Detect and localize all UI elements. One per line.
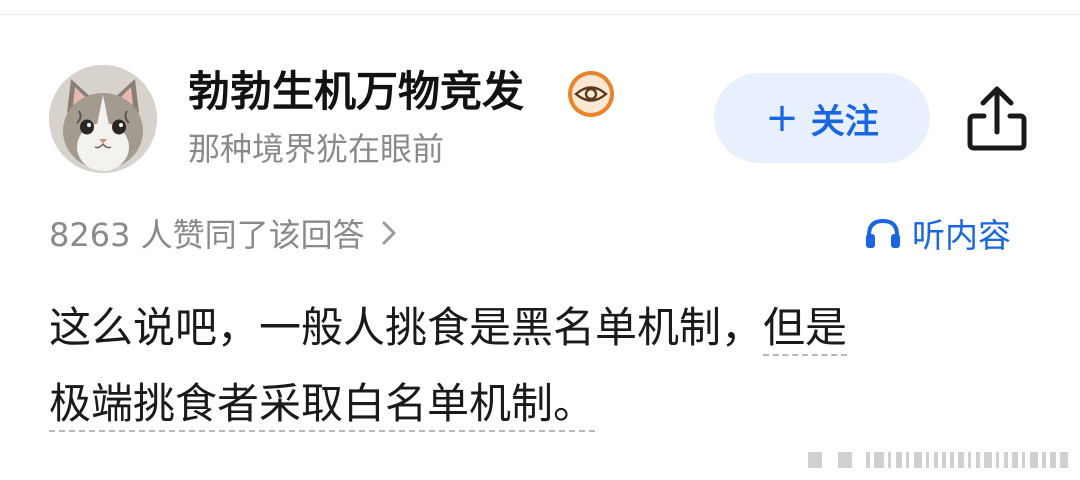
author-avatar[interactable] <box>49 65 157 173</box>
author-bio: 那种境界犹在眼前 <box>188 130 445 168</box>
likes-row[interactable]: 8263 人赞同了该回答 <box>49 210 397 256</box>
listen-button[interactable]: 听内容 <box>864 210 1011 256</box>
answer-body: 这么说吧，一般人挑食是黑名单机制，但是极端挑食者采取白名单机制。 <box>49 290 1039 442</box>
top-divider <box>0 14 1080 15</box>
answer-text-part1: 这么说吧，一般人挑食是黑名单机制， <box>49 303 764 352</box>
answer-text-part3: 极端挑食者采取白名单机制。 <box>49 379 596 432</box>
listen-label: 听内容 <box>912 216 1011 255</box>
share-icon <box>967 86 1027 151</box>
headphones-icon <box>866 218 900 248</box>
share-button[interactable] <box>964 84 1030 154</box>
cat-avatar-icon <box>49 65 157 173</box>
watermark-barcode <box>808 452 1068 468</box>
answer-text-part2: 但是 <box>763 303 848 356</box>
likes-count-text: 8263 人赞同了该回答 <box>49 216 365 254</box>
plus-icon: + <box>765 95 799 141</box>
follow-button[interactable]: + 关注 <box>714 73 930 163</box>
follow-label: 关注 <box>810 101 879 142</box>
eye-badge-icon <box>566 69 616 119</box>
author-name[interactable]: 勃勃生机万物竞发 <box>188 66 524 118</box>
chevron-right-icon <box>382 221 396 245</box>
